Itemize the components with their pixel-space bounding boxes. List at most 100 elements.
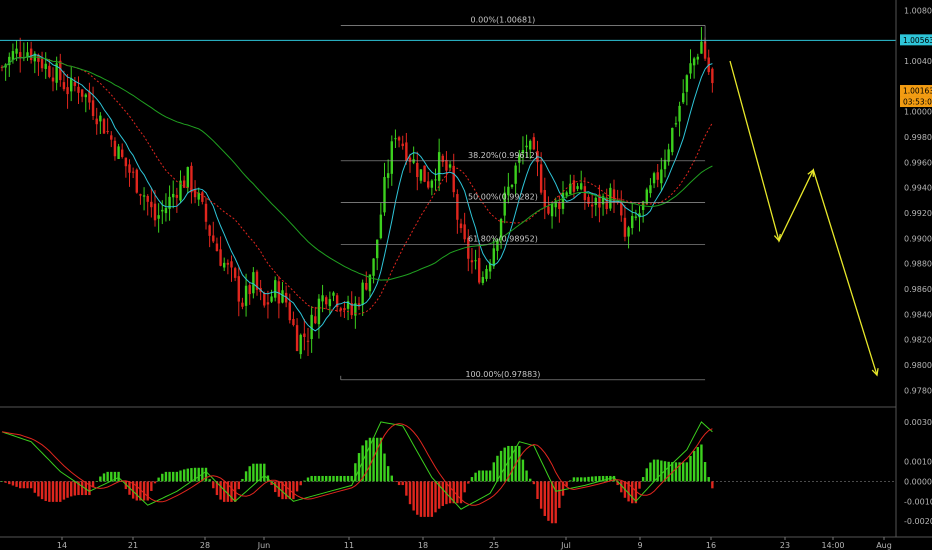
oscillator-tick-label: 0.0000: [904, 477, 932, 486]
histogram-bar: [583, 477, 587, 482]
histogram-bar: [182, 469, 186, 482]
candle-body: [576, 186, 579, 189]
histogram-bar: [652, 459, 656, 482]
candle-body: [263, 293, 266, 306]
histogram-bar: [80, 481, 84, 496]
histogram-bar: [37, 481, 40, 497]
time-tick-label: 28: [200, 541, 210, 550]
histogram-bar: [314, 475, 317, 482]
price-tick-label: 0.98800: [904, 260, 932, 269]
histogram-bar: [332, 475, 335, 482]
histogram-bar: [696, 447, 699, 482]
histogram-bar: [598, 476, 601, 482]
histogram-bar: [467, 481, 470, 484]
candle-body: [609, 187, 612, 209]
histogram-bar: [423, 481, 426, 517]
histogram-bar: [674, 462, 678, 482]
price-tick-label: 0.99800: [904, 133, 932, 142]
histogram-bar: [284, 481, 288, 500]
candle-body: [452, 165, 455, 193]
candle-body: [558, 202, 561, 209]
histogram-bar: [106, 471, 109, 482]
histogram-bar: [11, 481, 15, 486]
candle-body: [478, 258, 481, 283]
candle-body: [481, 277, 485, 283]
candle-body: [303, 333, 306, 337]
histogram-bar: [244, 471, 248, 482]
price-tick-label: 0.99000: [904, 234, 932, 243]
candle-body: [150, 201, 153, 208]
candle-body: [328, 299, 332, 307]
candle-body: [365, 282, 368, 290]
histogram-bar: [700, 444, 703, 482]
candle-body: [620, 202, 623, 216]
histogram-bar: [29, 481, 33, 489]
candle-body: [529, 140, 532, 150]
oscillator-tick-label: 0.0010: [904, 458, 932, 467]
time-tick-label: Jul: [560, 541, 571, 550]
histogram-bar: [248, 466, 251, 482]
histogram-bar: [95, 481, 98, 482]
histogram-bar: [638, 481, 641, 489]
price-tick-label: 1.00400: [904, 57, 932, 66]
time-tick-label: Jun: [257, 541, 271, 550]
histogram-bar: [376, 437, 379, 482]
candle-body: [321, 295, 324, 302]
histogram-bar: [150, 481, 153, 491]
histogram-bar: [394, 481, 397, 482]
price-tick-label: 0.98000: [904, 361, 932, 370]
candle-body: [215, 243, 219, 252]
price-chart[interactable]: 1.00800 1.00400 1.00000 0.99800 0.99600 0.994…: [0, 0, 932, 550]
price-tick-label: 0.99600: [904, 158, 932, 167]
histogram-bar: [295, 481, 299, 492]
histogram-bar: [208, 479, 211, 482]
histogram-bar: [55, 481, 58, 502]
histogram-bar: [441, 481, 444, 506]
candle-body: [445, 159, 448, 171]
candle-body: [561, 192, 565, 209]
candle-body: [671, 127, 674, 153]
candle-body: [682, 93, 685, 103]
histogram-bar: [197, 467, 200, 482]
candle-body: [386, 173, 390, 178]
candle-body: [226, 262, 230, 265]
candle-body: [339, 308, 342, 311]
fib-level-label: 61.80%(0.98952): [468, 234, 538, 243]
histogram-bar: [19, 481, 22, 489]
candle-body: [514, 165, 517, 184]
histogram-bar: [631, 481, 634, 504]
candle-body: [80, 89, 84, 97]
histogram-bar: [241, 478, 244, 482]
histogram-bar: [135, 481, 138, 501]
time-tick-label: 23: [780, 541, 790, 550]
histogram-bar: [419, 481, 423, 517]
candle-body: [543, 190, 546, 207]
candle-body: [314, 316, 317, 324]
candle-body: [62, 82, 66, 90]
candle-body: [660, 169, 663, 184]
candle-body: [124, 157, 128, 167]
candle-body: [95, 118, 98, 125]
histogram-bar: [343, 475, 346, 482]
candle-body: [266, 302, 270, 305]
candle-body: [470, 260, 474, 263]
candle-body: [11, 51, 15, 61]
histogram-bar: [685, 462, 689, 482]
candle-body: [572, 180, 576, 192]
candle-body: [208, 225, 211, 236]
candle-body: [692, 58, 696, 66]
histogram-bar: [405, 481, 408, 496]
histogram-bar: [383, 453, 386, 482]
histogram-bar: [711, 481, 714, 489]
histogram-bar: [303, 480, 306, 482]
time-tick-label: 9: [637, 541, 642, 550]
candle-body: [419, 169, 423, 181]
candle-body: [580, 183, 583, 190]
candle-body: [230, 261, 233, 268]
fib-level-label: 50.00%(0.99282): [468, 193, 538, 202]
histogram-bar: [263, 463, 266, 482]
histogram-bar: [306, 477, 310, 482]
candle-body: [605, 197, 608, 210]
candle-body: [299, 334, 302, 355]
candle-body: [204, 203, 208, 222]
